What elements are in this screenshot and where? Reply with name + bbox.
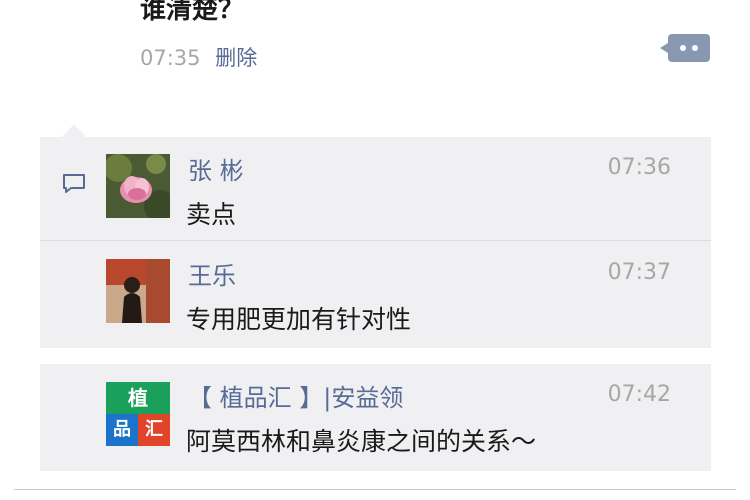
more-dots-icon[interactable]	[660, 34, 710, 62]
divider	[40, 240, 711, 241]
dot	[692, 45, 698, 51]
comment-box-caret	[62, 124, 86, 137]
commenter-name[interactable]: 王乐	[188, 256, 236, 291]
avatar-person[interactable]	[106, 259, 170, 323]
comment-section: 张 彬 07:36 卖点 王乐 07:37 专用肥更加有针对性 植 品 汇 【 …	[40, 137, 711, 471]
post-text: 谁清楚？	[140, 0, 245, 25]
comment-item[interactable]: 植 品 汇 【 植品汇 】|安益领 07:42 阿莫西林和鼻炎康之间的关系～	[40, 364, 711, 468]
avatar-brand-logo[interactable]: 植 品 汇	[106, 382, 170, 446]
section-gap	[40, 348, 711, 364]
dot	[680, 45, 686, 51]
commenter-name[interactable]: 【 植品汇 】|安益领	[188, 378, 403, 413]
divider	[14, 489, 736, 490]
comment-timestamp: 07:36	[607, 155, 671, 180]
logo-bottom-left: 品	[106, 414, 138, 446]
logo-top: 植	[106, 382, 170, 414]
comment-text: 阿莫西林和鼻炎康之间的关系～	[186, 427, 537, 456]
commenter-name[interactable]: 张 彬	[188, 151, 244, 186]
comment-timestamp: 07:42	[607, 382, 671, 407]
comment-text: 专用肥更加有针对性	[186, 305, 412, 334]
comment-text: 卖点	[186, 200, 237, 229]
delete-link[interactable]: 删除	[215, 46, 257, 70]
post-meta: 07:35 删除	[140, 42, 257, 72]
post-timestamp: 07:35	[140, 46, 201, 70]
comment-item[interactable]: 张 彬 07:36 卖点	[40, 137, 711, 241]
avatar-lotus[interactable]	[106, 154, 170, 218]
logo-bottom-right: 汇	[138, 414, 170, 446]
comment-item[interactable]: 王乐 07:37 专用肥更加有针对性	[40, 242, 711, 346]
comment-timestamp: 07:37	[607, 260, 671, 285]
